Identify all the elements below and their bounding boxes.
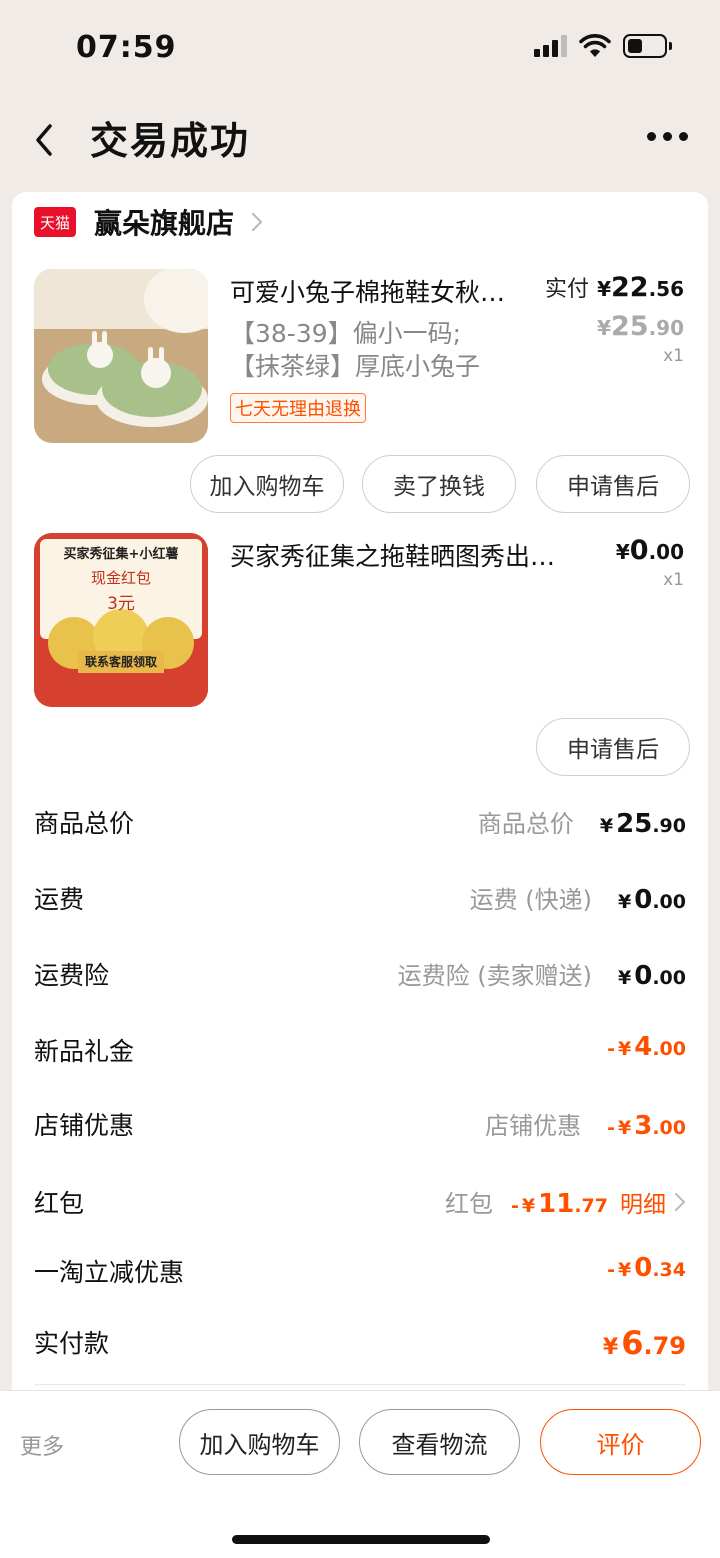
signal-icon	[534, 35, 567, 57]
bottom-action-bar: 更多 加入购物车 查看物流 评价	[0, 1390, 720, 1558]
status-time: 07:59	[76, 30, 177, 65]
fee-row-new-gift: 新品礼金 - ¥4.00	[34, 1032, 686, 1066]
fee-row-shipping: 运费 运费 (快递) ¥0.00	[34, 885, 686, 915]
more-options-icon[interactable]	[647, 132, 688, 141]
fee-row-shipping-insurance: 运费险 运费险 (卖家赠送) ¥0.00	[34, 961, 686, 991]
detail-link[interactable]: 明细	[620, 1185, 686, 1219]
wifi-icon	[579, 34, 611, 58]
original-price: ¥25.90	[597, 311, 684, 342]
add-to-cart-button[interactable]: 加入购物车	[190, 455, 344, 513]
chevron-right-icon	[251, 212, 263, 232]
home-indicator	[232, 1535, 490, 1544]
fee-row-goods-total: 商品总价 商品总价 ¥25.90	[34, 809, 686, 839]
product-price: 实付 ¥22.56 ¥25.90 x1	[545, 271, 684, 366]
shop-name[interactable]: 赢朵旗舰店	[94, 202, 234, 242]
nav-bar: 交易成功	[0, 92, 720, 188]
fee-value: - ¥11.77	[511, 1189, 608, 1219]
after-sales-button[interactable]: 申请售后	[536, 455, 690, 513]
divider	[34, 1384, 686, 1385]
product-spec-size: 【38-39】偏小一码;	[230, 319, 462, 348]
fee-value: - ¥0.34	[607, 1253, 686, 1283]
battery-icon	[623, 34, 672, 58]
review-button[interactable]: 评价	[540, 1409, 701, 1475]
product-item[interactable]: 买家秀征集+小红薯 现金红包 3元 联系客服领取 买家秀征集之拖鞋晒图秀出… ¥…	[34, 533, 688, 708]
fee-row-shop-discount: 店铺优惠 店铺优惠 - ¥3.00	[34, 1111, 686, 1141]
product-thumbnail[interactable]: 买家秀征集+小红薯 现金红包 3元 联系客服领取	[34, 533, 208, 707]
shop-header[interactable]: 天猫 赢朵旗舰店	[34, 202, 264, 242]
paid-label: 实付	[545, 277, 590, 302]
tmall-badge: 天猫	[34, 207, 76, 237]
product-title[interactable]: 买家秀征集之拖鞋晒图秀出…	[230, 537, 600, 573]
back-icon[interactable]	[30, 120, 60, 160]
thumb-contact-label: 联系客服领取	[84, 655, 157, 669]
fee-row-final-payment: 实付款 ¥6.79	[34, 1324, 686, 1362]
price-amount: ¥0.00	[615, 535, 684, 566]
thumb-heading: 买家秀征集+小红薯	[63, 547, 179, 562]
fee-value: ¥0.00	[618, 961, 686, 991]
fee-row-taobao-discount: 一淘立减优惠 - ¥0.34	[34, 1253, 686, 1287]
status-icons	[534, 34, 672, 58]
status-bar: 07:59	[0, 0, 720, 92]
product-price: ¥0.00 x1	[616, 535, 684, 590]
fee-row-red-packet: 红包 红包 - ¥11.77 明细	[34, 1184, 686, 1224]
product-thumbnail[interactable]	[34, 269, 208, 443]
product-title[interactable]: 可爱小兔子棉拖鞋女秋…	[230, 273, 540, 309]
thumb-cash-label: 现金红包	[90, 569, 151, 587]
product-spec: 【38-39】偏小一码; 【抹茶绿】厚底小兔子	[230, 317, 480, 383]
order-card: 天猫 赢朵旗舰店 可爱小兔子棉拖鞋女秋… 【38-39】偏小一码; 【抹茶绿】厚…	[12, 192, 708, 1392]
chevron-right-icon	[675, 1193, 686, 1211]
fee-value: ¥25.90	[599, 809, 686, 839]
thumb-amount: 3元	[107, 594, 135, 614]
product-spec-color: 【抹茶绿】厚底小兔子	[230, 352, 481, 381]
final-amount: ¥6.79	[602, 1324, 686, 1362]
product-item[interactable]: 可爱小兔子棉拖鞋女秋… 【38-39】偏小一码; 【抹茶绿】厚底小兔子 七天无理…	[34, 269, 688, 449]
view-logistics-button[interactable]: 查看物流	[359, 1409, 520, 1475]
after-sales-button[interactable]: 申请售后	[536, 718, 690, 776]
quantity: x1	[663, 346, 684, 366]
add-to-cart-button[interactable]: 加入购物车	[179, 1409, 340, 1475]
page-title: 交易成功	[90, 119, 251, 163]
fee-value: - ¥3.00	[607, 1111, 686, 1141]
quantity: x1	[663, 570, 684, 590]
fee-value: - ¥4.00	[607, 1032, 686, 1062]
return-policy-tag: 七天无理由退换	[230, 393, 366, 423]
resell-button[interactable]: 卖了换钱	[362, 455, 516, 513]
paid-amount: ¥22.56	[597, 272, 684, 303]
more-link[interactable]: 更多	[20, 1429, 64, 1461]
fee-value: ¥0.00	[618, 885, 686, 915]
